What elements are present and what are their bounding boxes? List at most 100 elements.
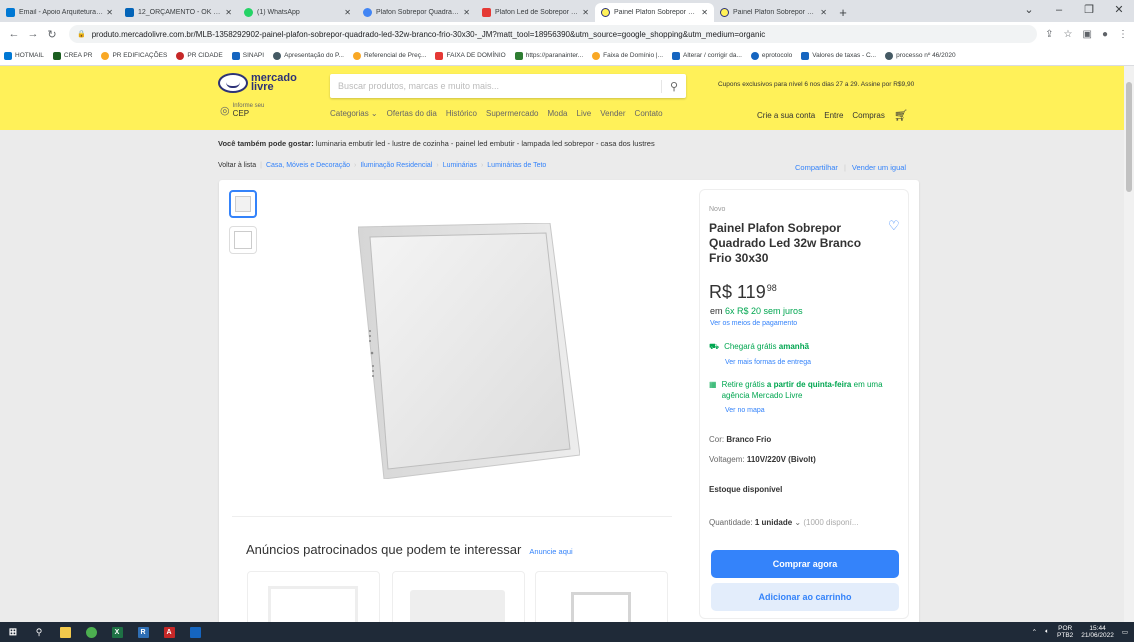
profile-icon[interactable]: ●	[1102, 29, 1108, 40]
nav-vender[interactable]: Vender	[600, 109, 625, 118]
mercadolivre-logo[interactable]: mercado livre	[218, 73, 297, 93]
browser-tab[interactable]: Plafon Led de Sobrepor Quadr✕	[476, 3, 595, 22]
voltage-attribute: Voltagem: 110V/220V (Bivolt)	[709, 455, 816, 464]
bookmark-item[interactable]: Faixa de Domínio |...	[592, 51, 663, 60]
lock-icon[interactable]: 🔒	[77, 30, 86, 38]
create-account-link[interactable]: Crie a sua conta	[757, 111, 815, 120]
nav-moda[interactable]: Moda	[547, 109, 567, 118]
back-arrow-icon[interactable]: ←	[6, 28, 22, 40]
breadcrumb-item[interactable]: Casa, Móveis e Decoração	[266, 162, 350, 169]
scrollbar-thumb[interactable]	[1126, 82, 1132, 192]
price-cents: 98	[766, 283, 777, 293]
promo-banner[interactable]: Cupons exclusivos para nível 6 nos dias …	[718, 81, 914, 88]
bookmark-item[interactable]: Referencial de Preç...	[352, 51, 426, 60]
file-explorer-icon[interactable]	[52, 622, 78, 642]
share-link[interactable]: Compartilhar	[795, 163, 838, 172]
bookmark-item[interactable]: eprotocolo	[750, 51, 792, 60]
nav-supermercado[interactable]: Supermercado	[486, 109, 538, 118]
reload-icon[interactable]: ↻	[44, 28, 60, 41]
heart-icon[interactable]: ♡	[888, 218, 900, 234]
autocad-icon[interactable]: A	[156, 622, 182, 642]
bookmark-item[interactable]: SINAPI	[231, 51, 264, 60]
advertise-link[interactable]: Anuncie aqui	[529, 547, 572, 556]
sidebar-icon[interactable]: ▣	[1083, 29, 1092, 40]
buy-now-button[interactable]: Comprar agora	[711, 550, 899, 578]
more-shipping-link[interactable]: Ver mais formas de entrega	[725, 359, 811, 366]
cart-icon[interactable]: 🛒︎	[894, 109, 908, 122]
search-icon[interactable]: ⚲	[26, 622, 52, 642]
breadcrumb: Voltar à lista | Casa, Móveis e Decoraçã…	[218, 162, 547, 169]
chevron-up-icon[interactable]: ⌃	[1032, 628, 1037, 636]
bookmark-item[interactable]: PR CIDADE	[176, 51, 223, 60]
nav-historico[interactable]: Histórico	[446, 109, 477, 118]
close-tab-icon[interactable]: ✕	[820, 8, 827, 17]
close-tab-icon[interactable]: ✕	[463, 8, 470, 17]
quantity-selector[interactable]: Quantidade: 1 unidade ⌄ (1000 disponí...	[709, 518, 859, 527]
nav-contato[interactable]: Contato	[635, 109, 663, 118]
close-window-icon[interactable]: ✕	[1104, 0, 1134, 22]
share-icon[interactable]: ⇪	[1045, 29, 1053, 40]
close-tab-icon[interactable]: ✕	[225, 8, 232, 17]
new-tab-button[interactable]: +	[833, 3, 853, 22]
tab-search-icon[interactable]: ⌄	[1014, 0, 1044, 22]
browser-tab[interactable]: Painel Plafon Sobrepor Quadra✕	[714, 3, 833, 22]
product-image[interactable]	[358, 223, 580, 479]
close-tab-icon[interactable]: ✕	[106, 8, 113, 17]
bookmark-item[interactable]: PR EDIFICAÇÕES	[101, 51, 167, 60]
bookmark-item[interactable]: Apresentação do P...	[273, 51, 344, 60]
forward-arrow-icon[interactable]: →	[25, 28, 41, 40]
star-icon[interactable]: ☆	[1064, 29, 1073, 40]
search-icon[interactable]: ⚲	[660, 79, 678, 93]
gallery-thumbnail-1[interactable]	[229, 190, 257, 218]
language-indicator[interactable]: POR PTB2	[1057, 625, 1073, 639]
breadcrumb-item[interactable]: Iluminação Residencial	[360, 162, 432, 169]
map-link[interactable]: Ver no mapa	[725, 407, 765, 414]
suggestions-links[interactable]: luminaria embutir led - lustre de cozinh…	[316, 139, 655, 148]
back-to-list-link[interactable]: Voltar à lista	[218, 162, 256, 169]
app-icon[interactable]	[182, 622, 208, 642]
browser-tab[interactable]: Plafon Sobrepor Quadrado Led✕	[357, 3, 476, 22]
url-input[interactable]: 🔒 produto.mercadolivre.com.br/MLB-135829…	[69, 25, 1038, 43]
nav-ofertas[interactable]: Ofertas do dia	[387, 109, 437, 118]
nav-live[interactable]: Live	[577, 109, 592, 118]
bookmark-item[interactable]: HOTMAIL	[4, 51, 44, 60]
excel-icon[interactable]: X	[104, 622, 130, 642]
browser-tab[interactable]: (1) WhatsApp ✕	[238, 3, 357, 22]
nav-categorias[interactable]: Categorias ⌄	[330, 109, 378, 118]
windows-start-icon[interactable]: ⊞	[0, 622, 26, 642]
gallery-thumbnail-2[interactable]	[229, 226, 257, 254]
volume-icon[interactable]: 🔈︎	[1045, 628, 1049, 636]
bookmark-item[interactable]: FAIXA DE DOMÍNIO	[435, 51, 506, 60]
browser-tab[interactable]: Email - Apoio Arquitetura em P✕	[0, 3, 119, 22]
browser-tab-active[interactable]: Painel Plafon Sobrepor Quadra✕	[595, 3, 714, 22]
close-tab-icon[interactable]: ✕	[344, 8, 351, 17]
breadcrumb-item[interactable]: Luminárias	[443, 162, 477, 169]
maximize-icon[interactable]: ❐	[1074, 0, 1104, 22]
bookmark-item[interactable]: processo nº 46/2020	[885, 51, 956, 60]
bookmark-item[interactable]: CREA PR	[52, 51, 92, 60]
clock[interactable]: 15:44 21/06/2022	[1081, 625, 1114, 639]
sponsored-title: Anúncios patrocinados que podem te inter…	[246, 542, 522, 557]
menu-icon[interactable]: ⋮	[1118, 29, 1128, 40]
sell-same-link[interactable]: Vender um igual	[852, 163, 906, 172]
search-input[interactable]: Buscar produtos, marcas e muito mais... …	[330, 74, 686, 98]
installments: em 6x R$ 20 sem juros	[710, 306, 803, 316]
page-scrollbar[interactable]	[1124, 66, 1134, 622]
add-to-cart-button[interactable]: Adicionar ao carrinho	[711, 583, 899, 611]
bookmark-item[interactable]: https://paranainter...	[514, 51, 583, 60]
bookmark-item[interactable]: Alterar / corrigir da...	[672, 51, 742, 60]
close-tab-icon[interactable]: ✕	[701, 8, 708, 17]
chrome-icon[interactable]	[78, 622, 104, 642]
cep-selector[interactable]: ◎ Informe seu CEP	[220, 102, 264, 118]
minimize-icon[interactable]: –	[1044, 0, 1074, 22]
close-tab-icon[interactable]: ✕	[582, 8, 589, 17]
bookmark-item[interactable]: Valores de taxas - C...	[801, 51, 876, 60]
login-link[interactable]: Entre	[824, 111, 843, 120]
payment-methods-link[interactable]: Ver os meios de pagamento	[710, 320, 797, 327]
browser-tab[interactable]: 12_ORÇAMENTO - OK - OneDri✕	[119, 3, 238, 22]
revit-icon[interactable]: R	[130, 622, 156, 642]
user-nav: Crie a sua conta Entre Compras 🛒︎	[757, 109, 908, 122]
notification-icon[interactable]: ▭	[1122, 628, 1128, 636]
purchases-link[interactable]: Compras	[852, 111, 884, 120]
breadcrumb-item[interactable]: Luminárias de Teto	[487, 162, 546, 169]
